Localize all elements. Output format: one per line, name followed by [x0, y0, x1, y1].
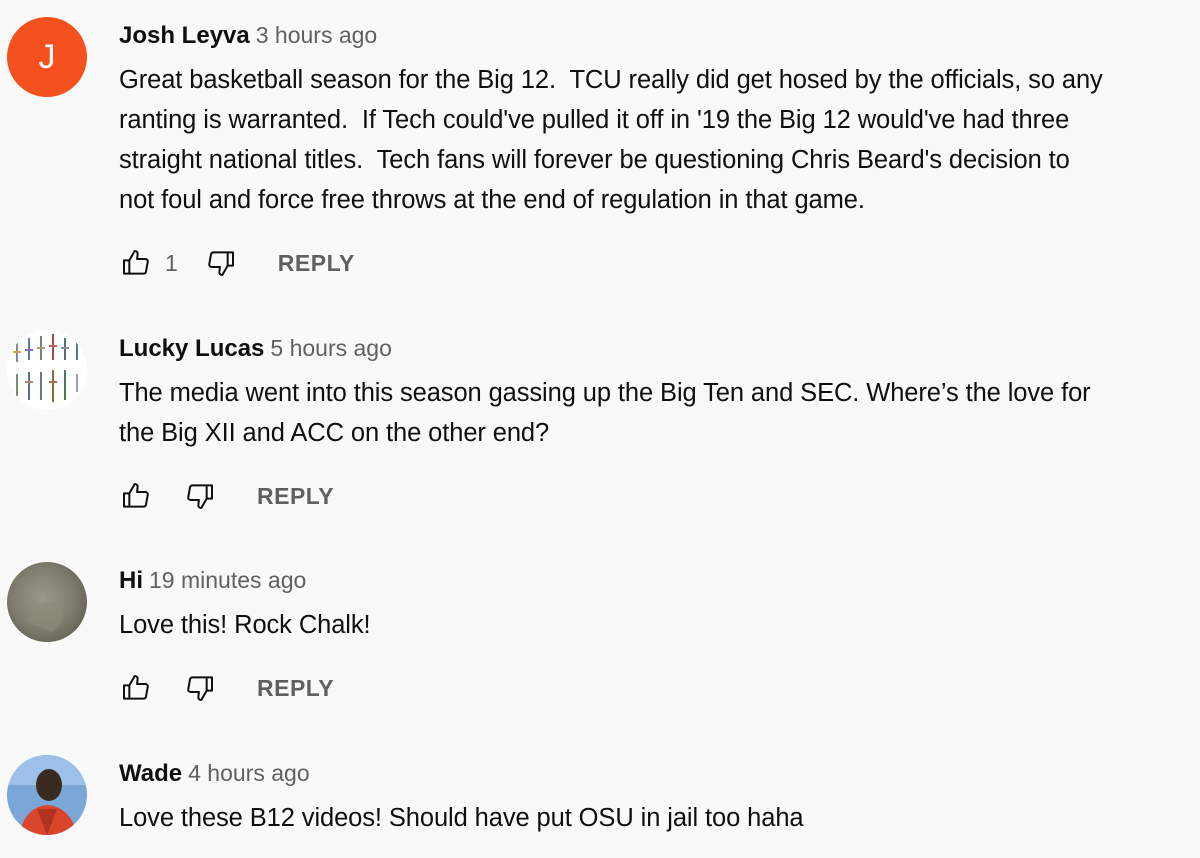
thumbs-down-icon	[208, 251, 234, 276]
swords-image	[7, 330, 87, 410]
avatar[interactable]	[7, 562, 87, 642]
thumbs-down-icon	[187, 484, 213, 509]
comment-timestamp[interactable]: 5 hours ago	[270, 335, 391, 361]
author-name[interactable]: Hi	[119, 567, 143, 594]
comment-timestamp[interactable]: 3 hours ago	[256, 22, 377, 48]
comment-timestamp[interactable]: 4 hours ago	[188, 760, 309, 786]
comment-header: Lucky Lucas 5 hours ago	[119, 332, 1200, 364]
avatar[interactable]	[7, 755, 87, 835]
comment-header: Hi 19 minutes ago	[119, 564, 1200, 596]
person-photo	[7, 755, 87, 835]
avatar-letter: J	[38, 38, 56, 76]
like-button[interactable]	[119, 479, 153, 513]
comment-text: The media went into this season gassing …	[119, 379, 1091, 447]
comment-body: Wade 4 hours ago Love these B12 videos! S…	[119, 757, 1200, 838]
gray-photo	[7, 562, 87, 642]
comment-actions: 1 REPLY	[119, 243, 355, 283]
comment-body: Josh Leyva 3 hours ago Great basketball s…	[119, 19, 1200, 220]
thumbs-up-icon	[123, 675, 149, 700]
reply-button[interactable]: REPLY	[257, 483, 334, 510]
thumbs-up-icon	[123, 483, 149, 508]
like-count: 1	[165, 249, 178, 276]
avatar[interactable]	[7, 330, 87, 410]
reply-button[interactable]: REPLY	[278, 250, 355, 277]
comment-body: Hi 19 minutes ago Love this! Rock Chalk!	[119, 564, 1200, 645]
author-name[interactable]: Lucky Lucas	[119, 335, 264, 362]
thumbs-down-icon	[187, 676, 213, 701]
dislike-button[interactable]	[204, 246, 238, 280]
comment-actions: REPLY	[119, 668, 334, 708]
comment-text: Love this! Rock Chalk!	[119, 611, 371, 639]
comment-timestamp[interactable]: 19 minutes ago	[149, 567, 306, 593]
author-name[interactable]: Wade	[119, 760, 182, 787]
avatar[interactable]: J	[7, 17, 87, 97]
comment-header: Wade 4 hours ago	[119, 757, 1200, 789]
comment-actions: REPLY	[119, 476, 334, 516]
reply-button[interactable]: REPLY	[257, 675, 334, 702]
dislike-button[interactable]	[183, 479, 217, 513]
comment-text: Love these B12 videos! Should have put O…	[119, 804, 804, 832]
like-button[interactable]	[119, 671, 153, 705]
author-name[interactable]: Josh Leyva	[119, 22, 250, 49]
like-button[interactable]	[119, 246, 153, 280]
comment-text: Great basketball season for the Big 12. …	[119, 66, 1103, 214]
comments-section: J Josh Leyva 3 hours ago Great basketball…	[0, 0, 1200, 858]
dislike-button[interactable]	[183, 671, 217, 705]
comment-body: Lucky Lucas 5 hours ago The media went in…	[119, 332, 1200, 453]
comment-header: Josh Leyva 3 hours ago	[119, 19, 1200, 51]
thumbs-up-icon	[123, 250, 149, 275]
